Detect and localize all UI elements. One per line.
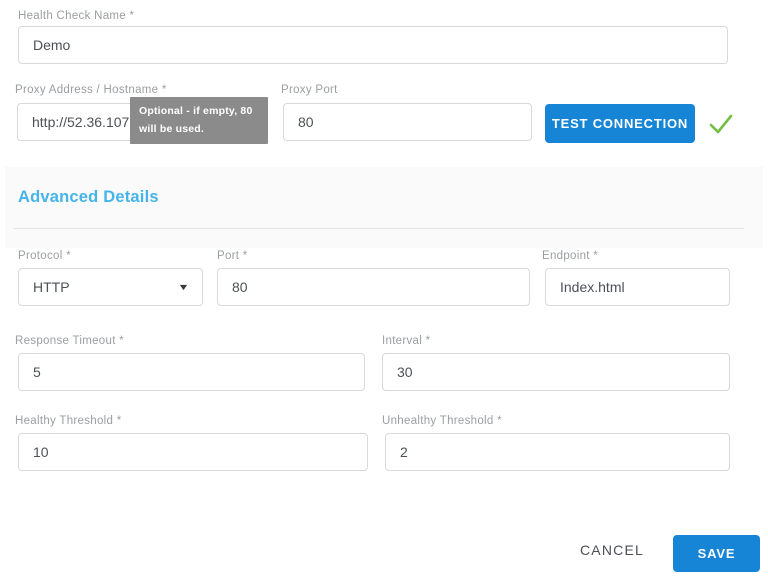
endpoint-input[interactable] [545, 268, 730, 306]
cancel-button[interactable]: CANCEL [580, 542, 644, 558]
protocol-select[interactable]: HTTP ▼ [18, 268, 203, 306]
endpoint-label: Endpoint * [542, 250, 598, 262]
protocol-label: Protocol * [18, 250, 71, 262]
proxy-port-tooltip: Optional - if empty, 80 will be used. [130, 97, 268, 144]
unhealthy-threshold-input[interactable] [385, 433, 730, 471]
unhealthy-threshold-label: Unhealthy Threshold * [382, 415, 502, 427]
protocol-select-value: HTTP [33, 279, 70, 295]
port-label: Port * [217, 250, 248, 262]
health-check-name-input[interactable] [18, 26, 728, 64]
advanced-details-heading: Advanced Details [18, 188, 159, 207]
proxy-address-label: Proxy Address / Hostname * [15, 84, 167, 96]
healthy-threshold-label: Healthy Threshold * [15, 415, 122, 427]
advanced-details-divider [14, 228, 744, 229]
response-timeout-label: Response Timeout * [15, 335, 124, 347]
test-connection-button[interactable]: TEST CONNECTION [545, 104, 695, 143]
response-timeout-input[interactable] [18, 353, 365, 391]
port-input[interactable] [217, 268, 530, 306]
healthy-threshold-input[interactable] [18, 433, 368, 471]
proxy-port-input[interactable] [283, 103, 532, 141]
health-check-name-label: Health Check Name * [18, 10, 134, 22]
interval-label: Interval * [382, 335, 430, 347]
save-button[interactable]: SAVE [673, 535, 760, 572]
chevron-down-icon: ▼ [177, 282, 189, 292]
connection-success-check-icon [707, 111, 735, 137]
interval-input[interactable] [382, 353, 730, 391]
proxy-port-label: Proxy Port [281, 84, 338, 96]
advanced-details-panel [5, 167, 763, 248]
